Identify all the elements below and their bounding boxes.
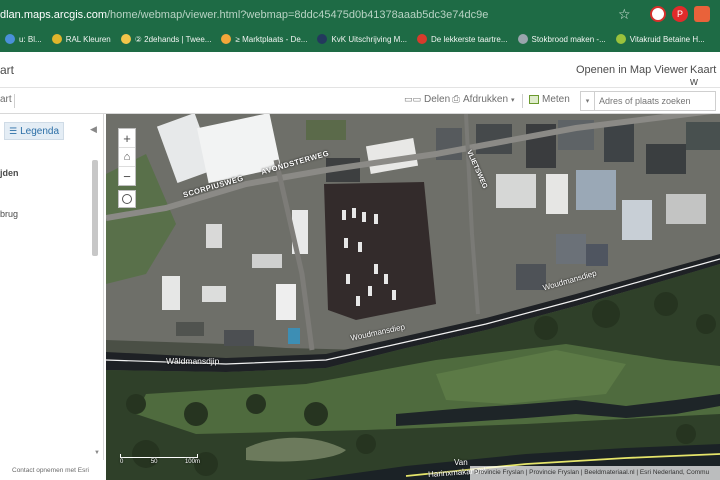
legend-label: Legenda	[20, 125, 60, 137]
toolbar-left-label[interactable]: art	[0, 94, 12, 105]
share-label: Delen	[424, 94, 451, 105]
contact-esri-link[interactable]: Contact opnemen met Esri	[0, 460, 104, 480]
legend-button[interactable]: ☰ Legenda	[4, 122, 64, 140]
zoom-control: + ⌂ −	[118, 128, 136, 186]
search-box: ▾	[580, 91, 716, 111]
url-bar[interactable]: dlan.maps.arcgis.com/home/webmap/viewer.…	[0, 3, 645, 27]
map-attribution[interactable]: Provincie Fryslan | Provincie Fryslan | …	[470, 466, 720, 480]
measure-button[interactable]: Meten	[529, 94, 570, 105]
ruler-icon	[529, 95, 539, 104]
scroll-down-icon[interactable]: ▼	[94, 450, 100, 456]
bookmark-item[interactable]: ≥ Marktplaats - De...	[216, 29, 312, 49]
app-header: art Openen in Map Viewer Kaart w	[0, 52, 720, 88]
bookmark-favicon-icon	[51, 34, 62, 44]
search-source-dropdown[interactable]: ▾	[581, 92, 595, 110]
bookmark-item[interactable]: Vitakruid Betaine H...	[611, 29, 710, 49]
bookmark-star-icon[interactable]: ☆	[618, 6, 631, 23]
bookmark-favicon-icon	[221, 34, 232, 44]
open-map-viewer-link[interactable]: Openen in Map Viewer	[576, 64, 688, 76]
toolbar: art ▭▭ Delen ⎙ Afdrukken ▾ Meten ▾	[0, 88, 720, 114]
map-view[interactable]: SCORPIUSWEG AVONDSTERWEG VLIETSWEG Woudm…	[106, 114, 720, 480]
print-label: Afdrukken	[463, 94, 509, 105]
bookmark-favicon-icon	[517, 34, 528, 44]
toolbar-divider	[14, 94, 15, 108]
bookmark-favicon-icon	[120, 34, 131, 44]
chevron-down-icon: ▾	[511, 96, 515, 104]
bookmark-favicon-icon	[317, 34, 328, 44]
bookmark-item[interactable]: De lekkerste taartre...	[412, 29, 512, 49]
kaart-link[interactable]: Kaart w	[690, 64, 720, 88]
bookmark-favicon-icon	[5, 34, 15, 44]
share-button[interactable]: ▭▭ Delen	[404, 94, 450, 105]
bookmark-favicon-icon	[615, 34, 626, 44]
bookmark-item[interactable]: u: Bl...	[0, 29, 47, 49]
bookmarks-bar: u: Bl... RAL Kleuren ② 2dehands | Twee..…	[0, 28, 720, 50]
locate-icon	[122, 194, 132, 204]
measure-label: Meten	[542, 94, 570, 105]
legend-item: jden	[0, 168, 19, 178]
panel-scrollbar[interactable]	[92, 160, 98, 256]
browser-chrome: dlan.maps.arcgis.com/home/webmap/viewer.…	[0, 0, 720, 52]
collapse-panel-icon[interactable]: ◀	[90, 124, 97, 135]
print-button[interactable]: ⎙ Afdrukken ▾	[452, 94, 515, 105]
page-title: art	[0, 63, 15, 77]
left-panel: ☰ Legenda ◀ jden brug ▼ Contact opnemen …	[0, 114, 104, 480]
toolbar-divider	[522, 94, 523, 108]
scale-bar: 0 50 100m	[120, 454, 200, 465]
pinterest-icon[interactable]: P	[672, 6, 688, 22]
satellite-imagery	[106, 114, 720, 480]
home-button[interactable]: ⌂	[119, 148, 135, 167]
home-icon: ⌂	[123, 151, 131, 163]
scale-label: 50	[150, 459, 158, 465]
bookmark-item[interactable]: ② 2dehands | Twee...	[116, 29, 217, 49]
printer-icon: ⎙	[452, 94, 460, 105]
legend-item: brug	[0, 209, 19, 219]
zoom-out-button[interactable]: −	[119, 167, 135, 186]
extension-icon-1[interactable]	[650, 6, 666, 22]
water-label-waldmansdjip: Wâldmansdjip	[166, 356, 220, 366]
bookmark-item[interactable]: Stokbrood maken -...	[513, 29, 611, 49]
zoom-in-button[interactable]: +	[119, 129, 135, 148]
list-icon: ☰	[9, 125, 18, 136]
bookmark-favicon-icon	[417, 34, 428, 44]
extension-icon-3[interactable]	[694, 6, 710, 22]
bookmark-item[interactable]: KvK Uitschrijving M...	[312, 29, 412, 49]
scale-label: 100m	[184, 459, 200, 465]
share-icon: ▭▭	[404, 94, 422, 104]
water-label-van: Van	[454, 458, 468, 467]
scale-label: 0	[120, 459, 124, 465]
locate-button[interactable]	[118, 190, 136, 208]
url-host: dlan.maps.arcgis.com	[0, 9, 107, 21]
search-input[interactable]	[595, 96, 710, 106]
url-path: /home/webmap/viewer.html?webmap=8ddc4547…	[107, 9, 489, 21]
bookmark-item[interactable]: RAL Kleuren	[47, 29, 116, 49]
